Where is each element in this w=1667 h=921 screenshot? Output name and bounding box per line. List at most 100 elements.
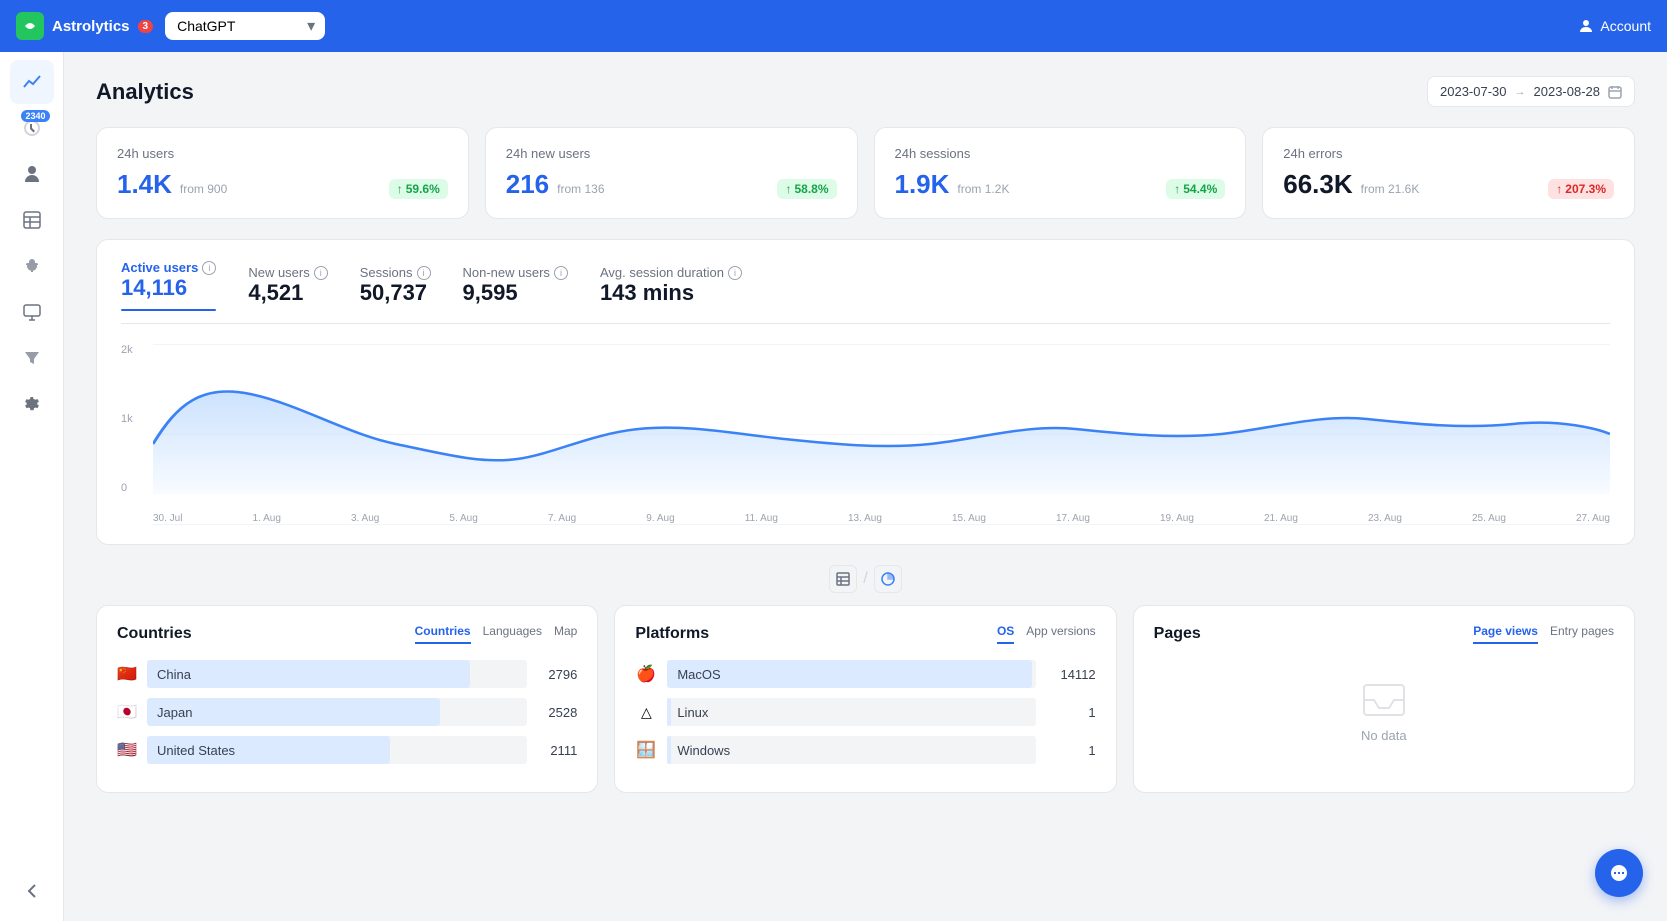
stat-from-errors: from 21.6K [1361, 182, 1420, 196]
realtime-badge: 2340 [21, 110, 49, 122]
platform-value-linux: 1 [1046, 705, 1096, 720]
platforms-tab-app-versions[interactable]: App versions [1026, 624, 1095, 644]
chart-x-labels: 30. Jul 1. Aug 3. Aug 5. Aug 7. Aug 9. A… [153, 513, 1610, 524]
countries-tab-countries[interactable]: Countries [415, 624, 471, 644]
chat-button[interactable] [1595, 849, 1643, 897]
sidebar-item-analytics[interactable] [10, 60, 54, 104]
country-row-japan: 🇯🇵 Japan 2528 [117, 698, 577, 726]
info-icon-sessions[interactable]: i [417, 266, 431, 280]
info-icon-non-new[interactable]: i [554, 266, 568, 280]
pages-tab-entry-pages[interactable]: Entry pages [1550, 624, 1614, 644]
country-row-us: 🇺🇸 United States 2111 [117, 736, 577, 764]
chat-icon [1609, 863, 1629, 883]
country-value-us: 2111 [537, 743, 577, 758]
platform-bar-fill-linux [667, 698, 671, 726]
stat-from-users: from 900 [180, 182, 227, 196]
country-value-china: 2796 [537, 667, 577, 682]
page-title: Analytics [96, 79, 194, 105]
table-view-button[interactable] [829, 565, 857, 593]
no-data-text: No data [1361, 728, 1407, 743]
sidebar-item-monitor[interactable] [10, 290, 54, 334]
pages-panel: Pages Page views Entry pages No data [1133, 605, 1635, 793]
x-label-8: 15. Aug [952, 513, 986, 524]
site-selector[interactable]: ChatGPT [165, 12, 325, 40]
chart-container: 2k 1k 0 [121, 344, 1610, 524]
site-selector-wrap[interactable]: ChatGPT ▾ [165, 12, 325, 40]
stat-card-users: 24h users 1.4K from 900 ↑ 59.6% [96, 127, 469, 219]
sidebar-item-realtime[interactable]: 2340 [10, 106, 54, 150]
y-label-0: 0 [121, 482, 133, 494]
stat-badge-errors: ↑ 207.3% [1548, 179, 1614, 199]
x-label-9: 17. Aug [1056, 513, 1090, 524]
stat-value-sessions: 1.9K [895, 169, 950, 200]
stat-value-users: 1.4K [117, 169, 172, 200]
country-bar-us: United States [147, 736, 527, 764]
stat-card-sessions: 24h sessions 1.9K from 1.2K ↑ 54.4% [874, 127, 1247, 219]
stat-label-errors: 24h errors [1283, 146, 1614, 161]
chart-tab-active-users[interactable]: Active users i 14,116 [121, 260, 216, 311]
chart-tab-value-sessions: 50,737 [360, 280, 431, 306]
grid-line-bottom [153, 524, 1610, 525]
stat-badge-value-new-users: 58.8% [794, 182, 828, 196]
platform-bar-macos: MacOS [667, 660, 1035, 688]
logo-badge: 3 [138, 20, 154, 33]
no-data-icon [1359, 680, 1409, 720]
platform-icon-macos: 🍎 [635, 663, 657, 685]
chart-tabs: Active users i 14,116 New users i [121, 260, 1610, 324]
country-value-japan: 2528 [537, 705, 577, 720]
platforms-panel-title: Platforms [635, 625, 709, 643]
y-label-2k: 2k [121, 344, 133, 356]
chart-svg [153, 344, 1610, 494]
platform-name-macos: MacOS [677, 667, 720, 682]
stat-card-new-users: 24h new users 216 from 136 ↑ 58.8% [485, 127, 858, 219]
x-label-14: 27. Aug [1576, 513, 1610, 524]
chart-tab-new-users[interactable]: New users i 4,521 [248, 260, 327, 311]
country-row-china: 🇨🇳 China 2796 [117, 660, 577, 688]
y-label-1k: 1k [121, 413, 133, 425]
bottom-panels: Countries Countries Languages Map 🇨🇳 Chi… [96, 605, 1635, 793]
main-wrapper: 2340 Analytics [0, 52, 1667, 921]
account-label: Account [1600, 18, 1651, 34]
platform-bar-linux: Linux [667, 698, 1035, 726]
info-icon-active-users[interactable]: i [202, 261, 216, 275]
pages-panel-title: Pages [1154, 625, 1201, 643]
sidebar-item-users[interactable] [10, 152, 54, 196]
platforms-tab-os[interactable]: OS [997, 624, 1014, 644]
stat-label-sessions: 24h sessions [895, 146, 1226, 161]
logo-area: Astrolytics 3 [16, 12, 153, 40]
collapse-button[interactable] [10, 869, 54, 913]
pages-tab-page-views[interactable]: Page views [1473, 624, 1538, 644]
sidebar-item-table[interactable] [10, 198, 54, 242]
x-label-10: 19. Aug [1160, 513, 1194, 524]
stat-from-new-users: from 136 [557, 182, 604, 196]
platform-bar-fill-macos [667, 660, 1032, 688]
info-icon-avg-session[interactable]: i [728, 266, 742, 280]
toggle-separator: / [863, 570, 867, 588]
platforms-panel-header: Platforms OS App versions [635, 624, 1095, 644]
main-content: Analytics 2023-07-30 → 2023-08-28 24h us… [64, 52, 1667, 921]
chart-tab-sessions[interactable]: Sessions i 50,737 [360, 260, 431, 311]
x-label-0: 30. Jul [153, 513, 182, 524]
stat-card-errors: 24h errors 66.3K from 21.6K ↑ 207.3% [1262, 127, 1635, 219]
platform-icon-linux: △ [635, 701, 657, 723]
account-button[interactable]: Account [1578, 18, 1651, 34]
country-bar-china: China [147, 660, 527, 688]
chart-area-fill [153, 391, 1610, 494]
chart-tab-label-non-new: Non-new users [463, 265, 550, 280]
sidebar-item-funnel[interactable] [10, 336, 54, 380]
countries-panel-title: Countries [117, 625, 192, 643]
sidebar-item-bugs[interactable] [10, 244, 54, 288]
info-icon-new-users[interactable]: i [314, 266, 328, 280]
pie-view-button[interactable] [874, 565, 902, 593]
logo-text: Astrolytics [52, 18, 130, 35]
countries-tab-map[interactable]: Map [554, 624, 577, 644]
stat-badge-value-errors: 207.3% [1565, 182, 1606, 196]
chart-tab-avg-session[interactable]: Avg. session duration i 143 mins [600, 260, 742, 311]
date-range-picker[interactable]: 2023-07-30 → 2023-08-28 [1427, 76, 1635, 107]
stat-value-errors: 66.3K [1283, 169, 1352, 200]
chart-tab-non-new-users[interactable]: Non-new users i 9,595 [463, 260, 568, 311]
platform-name-windows: Windows [677, 743, 730, 758]
sidebar-nav: 2340 [0, 52, 64, 921]
sidebar-item-settings[interactable] [10, 382, 54, 426]
countries-tab-languages[interactable]: Languages [483, 624, 542, 644]
